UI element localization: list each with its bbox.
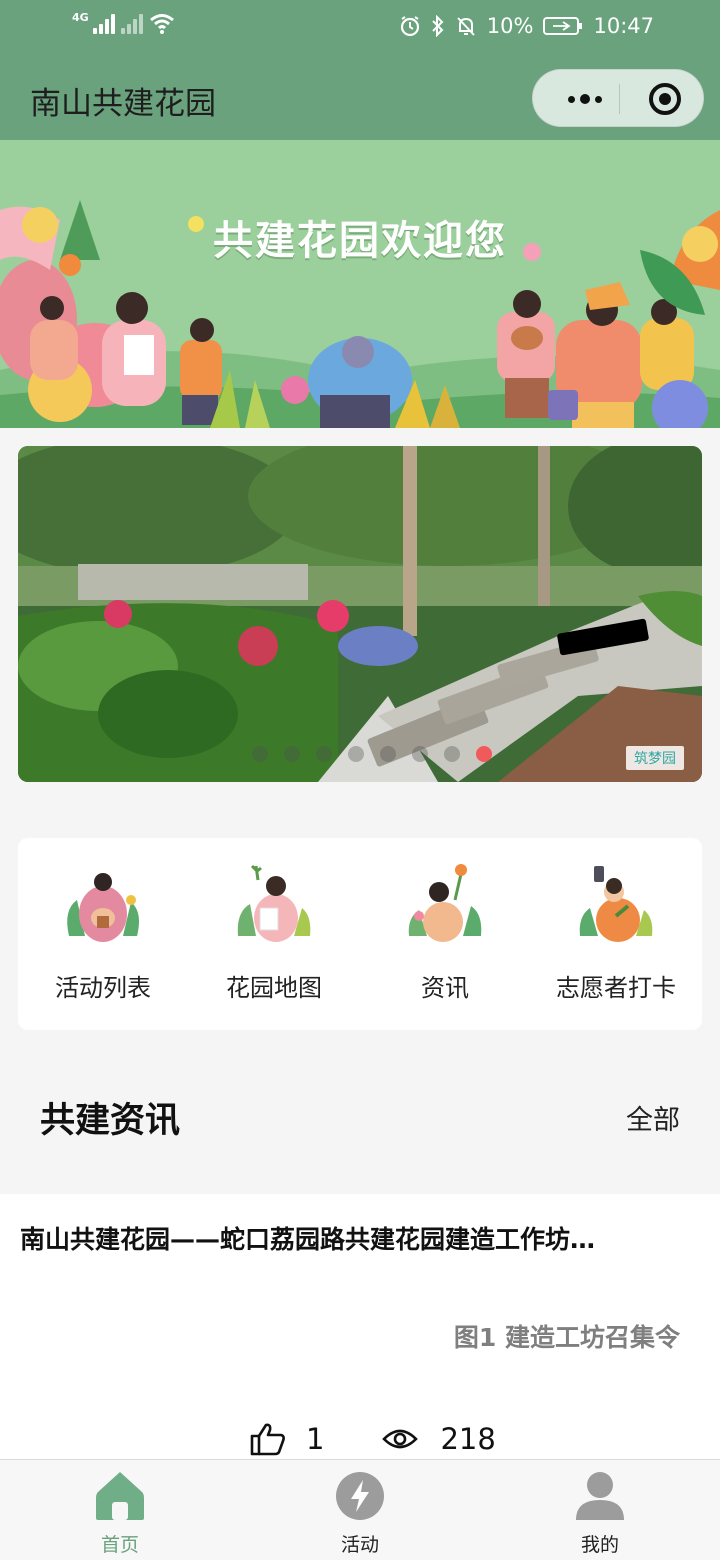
tab-activity[interactable]: 活动: [240, 1470, 480, 1560]
tab-label: 我的: [580, 1534, 619, 1556]
close-mini-program-button[interactable]: [649, 83, 681, 115]
user-icon: [576, 1472, 624, 1520]
banner-illustration: [0, 200, 720, 428]
quick-link-volunteer-checkin[interactable]: 志愿者打卡: [531, 860, 701, 1020]
wifi-icon: [149, 14, 174, 34]
quick-link-label: 活动列表: [55, 974, 151, 1002]
carousel-dot[interactable]: [284, 746, 300, 762]
network-type: 4G: [72, 11, 89, 24]
carousel-dot[interactable]: [348, 746, 364, 762]
battery-percent: 10%: [486, 14, 534, 38]
signal-strength-icon: [92, 12, 115, 34]
tab-home[interactable]: 首页: [0, 1470, 240, 1560]
welcome-banner: 共建花园欢迎您: [0, 140, 720, 428]
more-menu-button[interactable]: [555, 84, 615, 114]
status-bar: 4G 10% 10:47: [0, 0, 720, 56]
eye-icon: [382, 1429, 419, 1449]
news-card[interactable]: 南山共建花园——蛇口荔园路共建花园建造工作坊… 图1 建造工坊召集令 1 218: [0, 1194, 720, 1460]
carousel-watermark: 筑梦园: [626, 746, 684, 770]
quick-link-activity-list[interactable]: 活动列表: [18, 860, 188, 1020]
carousel-dot[interactable]: [476, 746, 492, 762]
bottom-tab-bar: 首页 活动 我的: [0, 1459, 720, 1560]
carousel-dot[interactable]: [252, 746, 268, 762]
carousel-dot[interactable]: [444, 746, 460, 762]
view-all-link[interactable]: 全部: [626, 1098, 680, 1137]
volunteer-with-flower-icon: [408, 864, 482, 942]
photo-carousel[interactable]: 筑梦园: [18, 446, 702, 782]
carousel-dot[interactable]: [412, 746, 428, 762]
tab-label: 活动: [340, 1534, 379, 1556]
mini-program-capsule: [532, 69, 704, 127]
mini-program-nav-bar: 南山共建花园: [0, 56, 720, 140]
capsule-divider: [619, 84, 620, 114]
clock: 10:47: [593, 14, 654, 38]
signal-strength-2-icon: [120, 12, 143, 34]
quick-link-label: 志愿者打卡: [556, 974, 676, 1002]
volunteer-with-map-icon: [237, 864, 311, 942]
quick-link-garden-map[interactable]: 花园地图: [189, 860, 359, 1020]
quick-links-card: 活动列表 花园地图 资讯 志愿者打卡: [18, 838, 702, 1030]
quick-link-label: 花园地图: [226, 974, 322, 1002]
carousel-dot[interactable]: [380, 746, 396, 762]
carousel-dot[interactable]: [316, 746, 332, 762]
quick-link-label: 资讯: [421, 974, 469, 1002]
mute-bell-icon: [457, 17, 475, 36]
page-title: 南山共建花园: [30, 86, 216, 122]
banner-title: 共建花园欢迎您: [213, 218, 507, 264]
news-title[interactable]: 南山共建花园——蛇口荔园路共建花园建造工作坊…: [20, 1220, 700, 1256]
signal-indicators: 4G: [72, 11, 175, 34]
news-stats: 1 218: [250, 1422, 496, 1456]
volunteer-with-pot-icon: [67, 873, 139, 942]
home-icon: [96, 1472, 144, 1520]
quick-link-news[interactable]: 资讯: [360, 860, 530, 1020]
bluetooth-icon: [432, 15, 444, 37]
like-count: 1: [306, 1422, 325, 1456]
lightning-icon: [336, 1472, 384, 1520]
system-indicators: 10% 10:47: [399, 14, 654, 38]
thumbs-up-icon[interactable]: [250, 1422, 286, 1456]
news-image-caption: 图1 建造工坊召集令: [453, 1323, 680, 1352]
alarm-icon: [400, 16, 419, 37]
garden-photo: [18, 446, 702, 782]
volunteer-with-phone-icon: [579, 866, 653, 942]
battery-charging-icon: [543, 17, 583, 35]
news-section-header: 共建资讯 全部: [0, 1080, 720, 1160]
tab-label: 首页: [100, 1534, 139, 1556]
view-count: 218: [440, 1422, 496, 1456]
tab-profile[interactable]: 我的: [480, 1470, 720, 1560]
carousel-indicator: [252, 746, 492, 762]
section-title: 共建资讯: [40, 1101, 181, 1141]
